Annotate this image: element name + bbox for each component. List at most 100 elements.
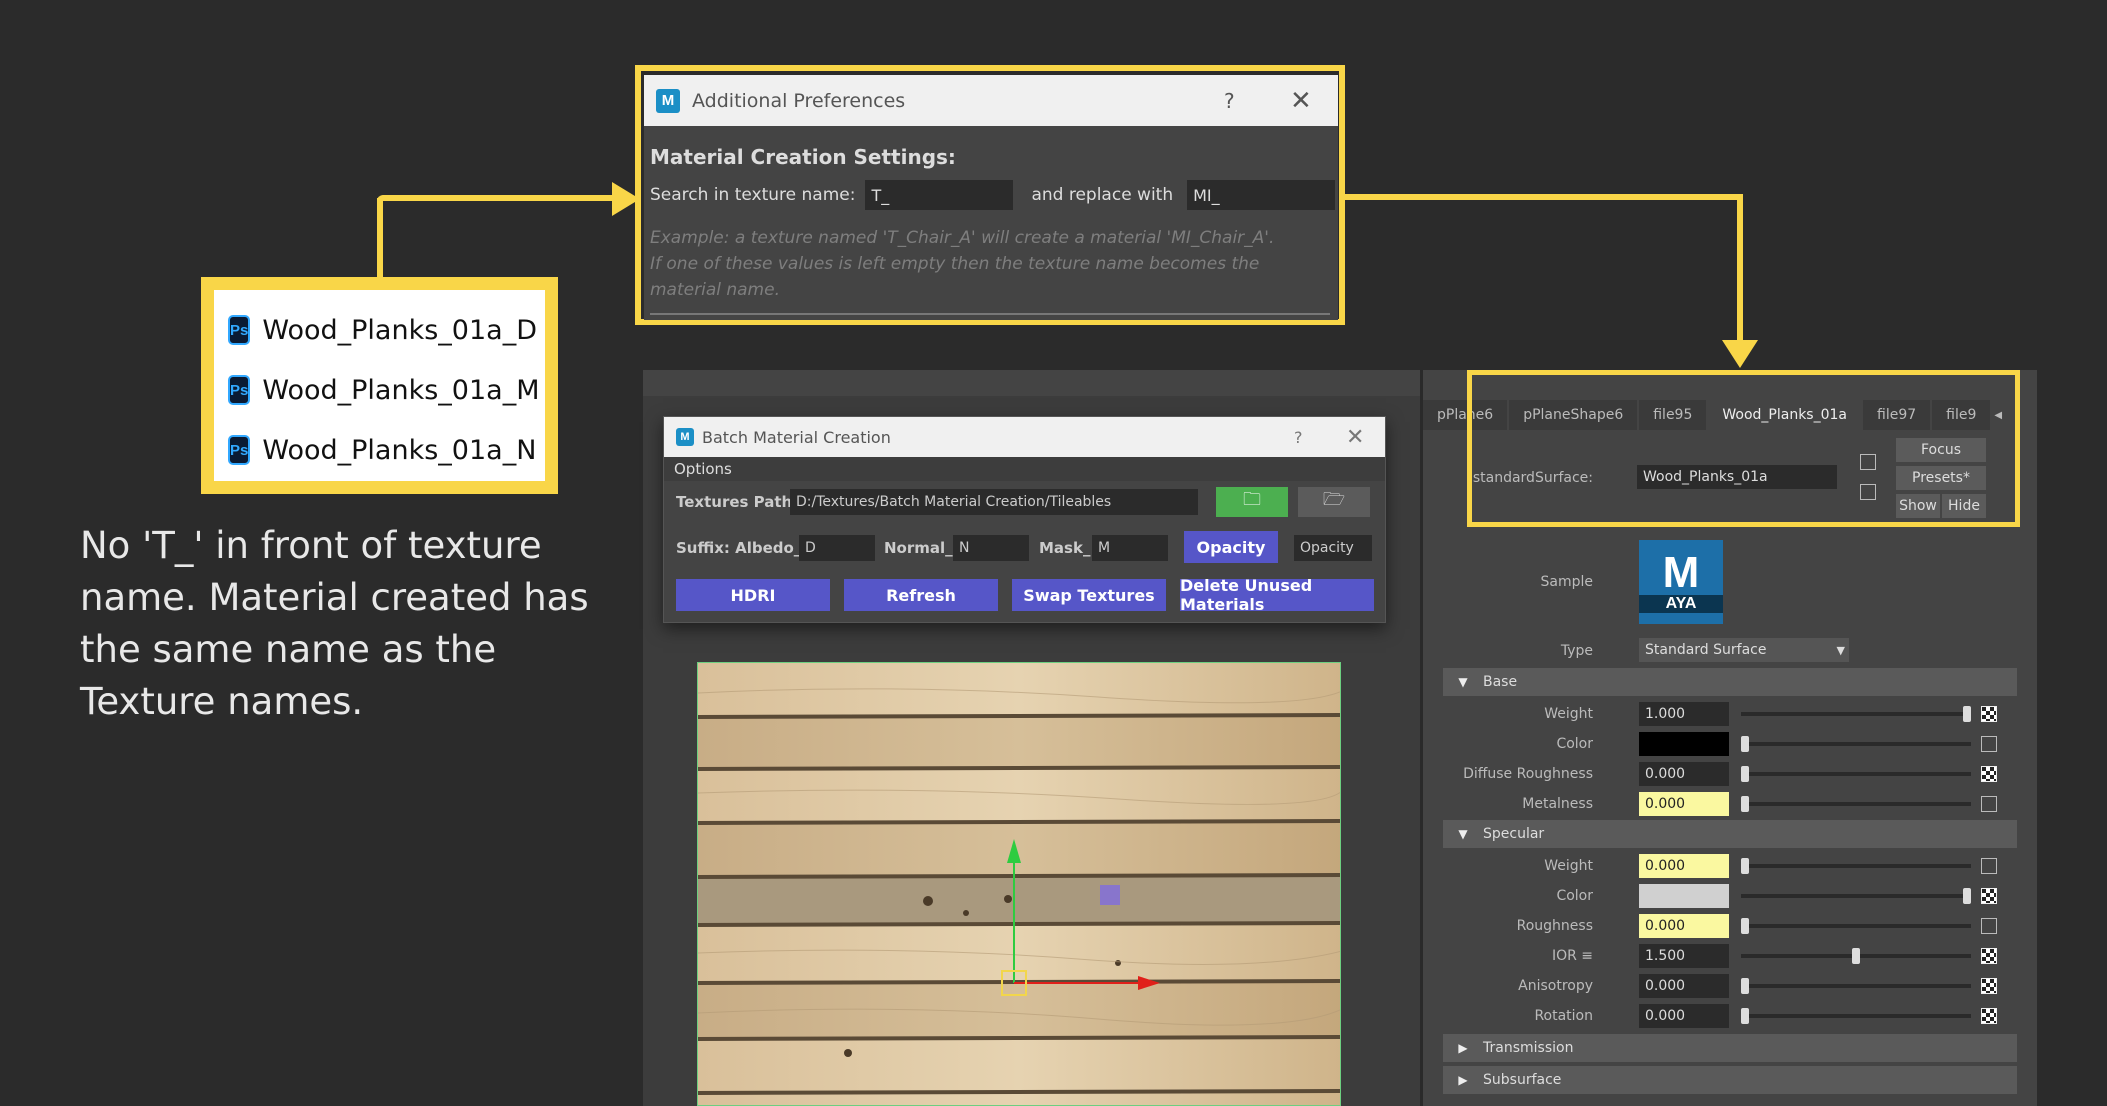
map-texture-icon[interactable]: [1981, 888, 1997, 904]
attr-value-input[interactable]: 1.000: [1639, 702, 1729, 726]
collapsed-triangle-icon: ▶: [1458, 1073, 1468, 1087]
folder-icon: 🗁: [1322, 489, 1346, 510]
dialog-title: Additional Preferences: [692, 89, 906, 112]
slider-handle[interactable]: [1741, 858, 1749, 874]
mask-label: Mask_: [1039, 539, 1091, 557]
slider-handle[interactable]: [1963, 888, 1971, 904]
maya-icon: M: [676, 428, 694, 446]
example-line: If one of these values is left empty the…: [650, 254, 1260, 300]
albedo-suffix-input[interactable]: D: [799, 535, 875, 561]
maya-icon: M: [656, 88, 680, 113]
section-base[interactable]: ▼ Base: [1443, 668, 2017, 696]
attr-slider[interactable]: [1741, 978, 1971, 994]
map-texture-icon[interactable]: [1981, 766, 1997, 782]
dialog-title: Batch Material Creation: [702, 427, 891, 447]
attr-value-input[interactable]: 1.500: [1639, 944, 1729, 968]
example-text: Example: a texture named 'T_Chair_A' wil…: [650, 225, 1330, 303]
photoshop-icon: Ps: [228, 375, 251, 405]
dialog-title-bar: M Batch Material Creation ? ✕: [664, 417, 1385, 457]
section-title: Transmission: [1483, 1040, 1574, 1056]
attr-value-input[interactable]: 0.000: [1639, 762, 1729, 786]
attr-value-input[interactable]: 0.000: [1639, 914, 1729, 938]
color-swatch[interactable]: [1639, 732, 1729, 756]
close-icon[interactable]: ✕: [1346, 425, 1364, 450]
browse-folder-button[interactable]: 🗁: [1298, 487, 1370, 517]
attr-slider[interactable]: [1741, 948, 1971, 964]
slider-handle[interactable]: [1741, 766, 1749, 782]
map-texture-icon[interactable]: [1981, 1008, 1997, 1024]
slider-handle[interactable]: [1741, 978, 1749, 994]
slider-handle[interactable]: [1852, 948, 1860, 964]
file-item[interactable]: Ps Wood_Planks_01a_D: [228, 300, 537, 360]
open-folder-button[interactable]: 🗀: [1216, 487, 1288, 517]
replace-label: and replace with: [1031, 185, 1174, 205]
section-title: Specular: [1483, 826, 1545, 842]
close-icon[interactable]: ✕: [1290, 86, 1312, 116]
type-value: Standard Surface: [1645, 642, 1767, 658]
help-button[interactable]: ?: [1224, 89, 1235, 113]
help-button[interactable]: ?: [1294, 428, 1303, 447]
attr-slider[interactable]: [1741, 888, 1971, 904]
wood-plane-texture[interactable]: [697, 662, 1341, 1106]
maya-logo-letter: M: [1662, 548, 1700, 597]
swap-textures-button[interactable]: Swap Textures: [1012, 579, 1166, 611]
dialog-title-bar: M Additional Preferences ? ✕: [644, 75, 1338, 126]
expand-triangle-icon: ▼: [1458, 675, 1468, 689]
attr-slider[interactable]: [1741, 766, 1971, 782]
options-menu[interactable]: Options: [664, 457, 1385, 481]
attr-slider[interactable]: [1741, 736, 1971, 752]
slider-handle[interactable]: [1741, 1008, 1749, 1024]
type-label: Type: [1560, 643, 1593, 659]
delete-unused-materials-button[interactable]: Delete Unused Materials: [1180, 576, 1374, 614]
attr-slider[interactable]: [1741, 918, 1971, 934]
slider-handle[interactable]: [1741, 796, 1749, 812]
slider-handle[interactable]: [1963, 706, 1971, 722]
file-item[interactable]: Ps Wood_Planks_01a_M: [228, 360, 540, 420]
connector-line: [377, 198, 383, 280]
refresh-button[interactable]: Refresh: [844, 579, 998, 611]
slider-handle[interactable]: [1741, 736, 1749, 752]
texture-file-list: Ps Wood_Planks_01a_D Ps Wood_Planks_01a_…: [201, 277, 558, 494]
section-subsurface[interactable]: ▶ Subsurface: [1443, 1066, 2017, 1094]
opacity-toggle-button[interactable]: Opacity: [1184, 531, 1278, 563]
wood-planks-image: [698, 663, 1340, 1105]
attr-slider[interactable]: [1741, 1008, 1971, 1024]
type-dropdown[interactable]: Standard Surface ▼: [1639, 638, 1849, 662]
slider-handle[interactable]: [1741, 918, 1749, 934]
file-name: Wood_Planks_01a_M: [262, 374, 540, 406]
section-specular[interactable]: ▼ Specular: [1443, 820, 2017, 848]
material-sample-swatch: M AYA: [1639, 540, 1723, 624]
batch-material-creation-dialog: M Batch Material Creation ? ✕ Options Te…: [663, 416, 1386, 623]
attr-value-input[interactable]: 0.000: [1639, 792, 1729, 816]
attr-value-input[interactable]: 0.000: [1639, 1004, 1729, 1028]
map-texture-icon[interactable]: [1981, 948, 1997, 964]
attr-label: Anisotropy: [1518, 978, 1593, 994]
attr-slider[interactable]: [1741, 706, 1971, 722]
attr-value-input[interactable]: 0.000: [1639, 854, 1729, 878]
suffix-albedo-label: Suffix: Albedo_: [676, 539, 802, 557]
connector-line: [1737, 194, 1743, 344]
mask-suffix-input[interactable]: M: [1092, 535, 1168, 561]
connect-attribute-icon[interactable]: [1981, 918, 1997, 934]
photoshop-icon: Ps: [228, 435, 251, 465]
sample-label: Sample: [1540, 574, 1594, 590]
file-item[interactable]: Ps Wood_Planks_01a_N: [228, 420, 536, 480]
connect-attribute-icon[interactable]: [1981, 858, 1997, 874]
opacity-suffix-input[interactable]: Opacity: [1294, 535, 1372, 561]
textures-path-input[interactable]: D:/Textures/Batch Material Creation/Tile…: [790, 489, 1198, 515]
replace-input[interactable]: MI_: [1187, 180, 1336, 210]
attr-label: Metalness: [1522, 796, 1593, 812]
section-transmission[interactable]: ▶ Transmission: [1443, 1034, 2017, 1062]
connect-attribute-icon[interactable]: [1981, 736, 1997, 752]
hdri-button[interactable]: HDRI: [676, 579, 830, 611]
arrow-down-icon: [1722, 340, 1758, 368]
map-texture-icon[interactable]: [1981, 706, 1997, 722]
color-swatch[interactable]: [1639, 884, 1729, 908]
attr-slider[interactable]: [1741, 858, 1971, 874]
normal-suffix-input[interactable]: N: [953, 535, 1029, 561]
attr-slider[interactable]: [1741, 796, 1971, 812]
attr-value-input[interactable]: 0.000: [1639, 974, 1729, 998]
map-texture-icon[interactable]: [1981, 978, 1997, 994]
search-input[interactable]: T_: [865, 180, 1014, 210]
connect-attribute-icon[interactable]: [1981, 796, 1997, 812]
